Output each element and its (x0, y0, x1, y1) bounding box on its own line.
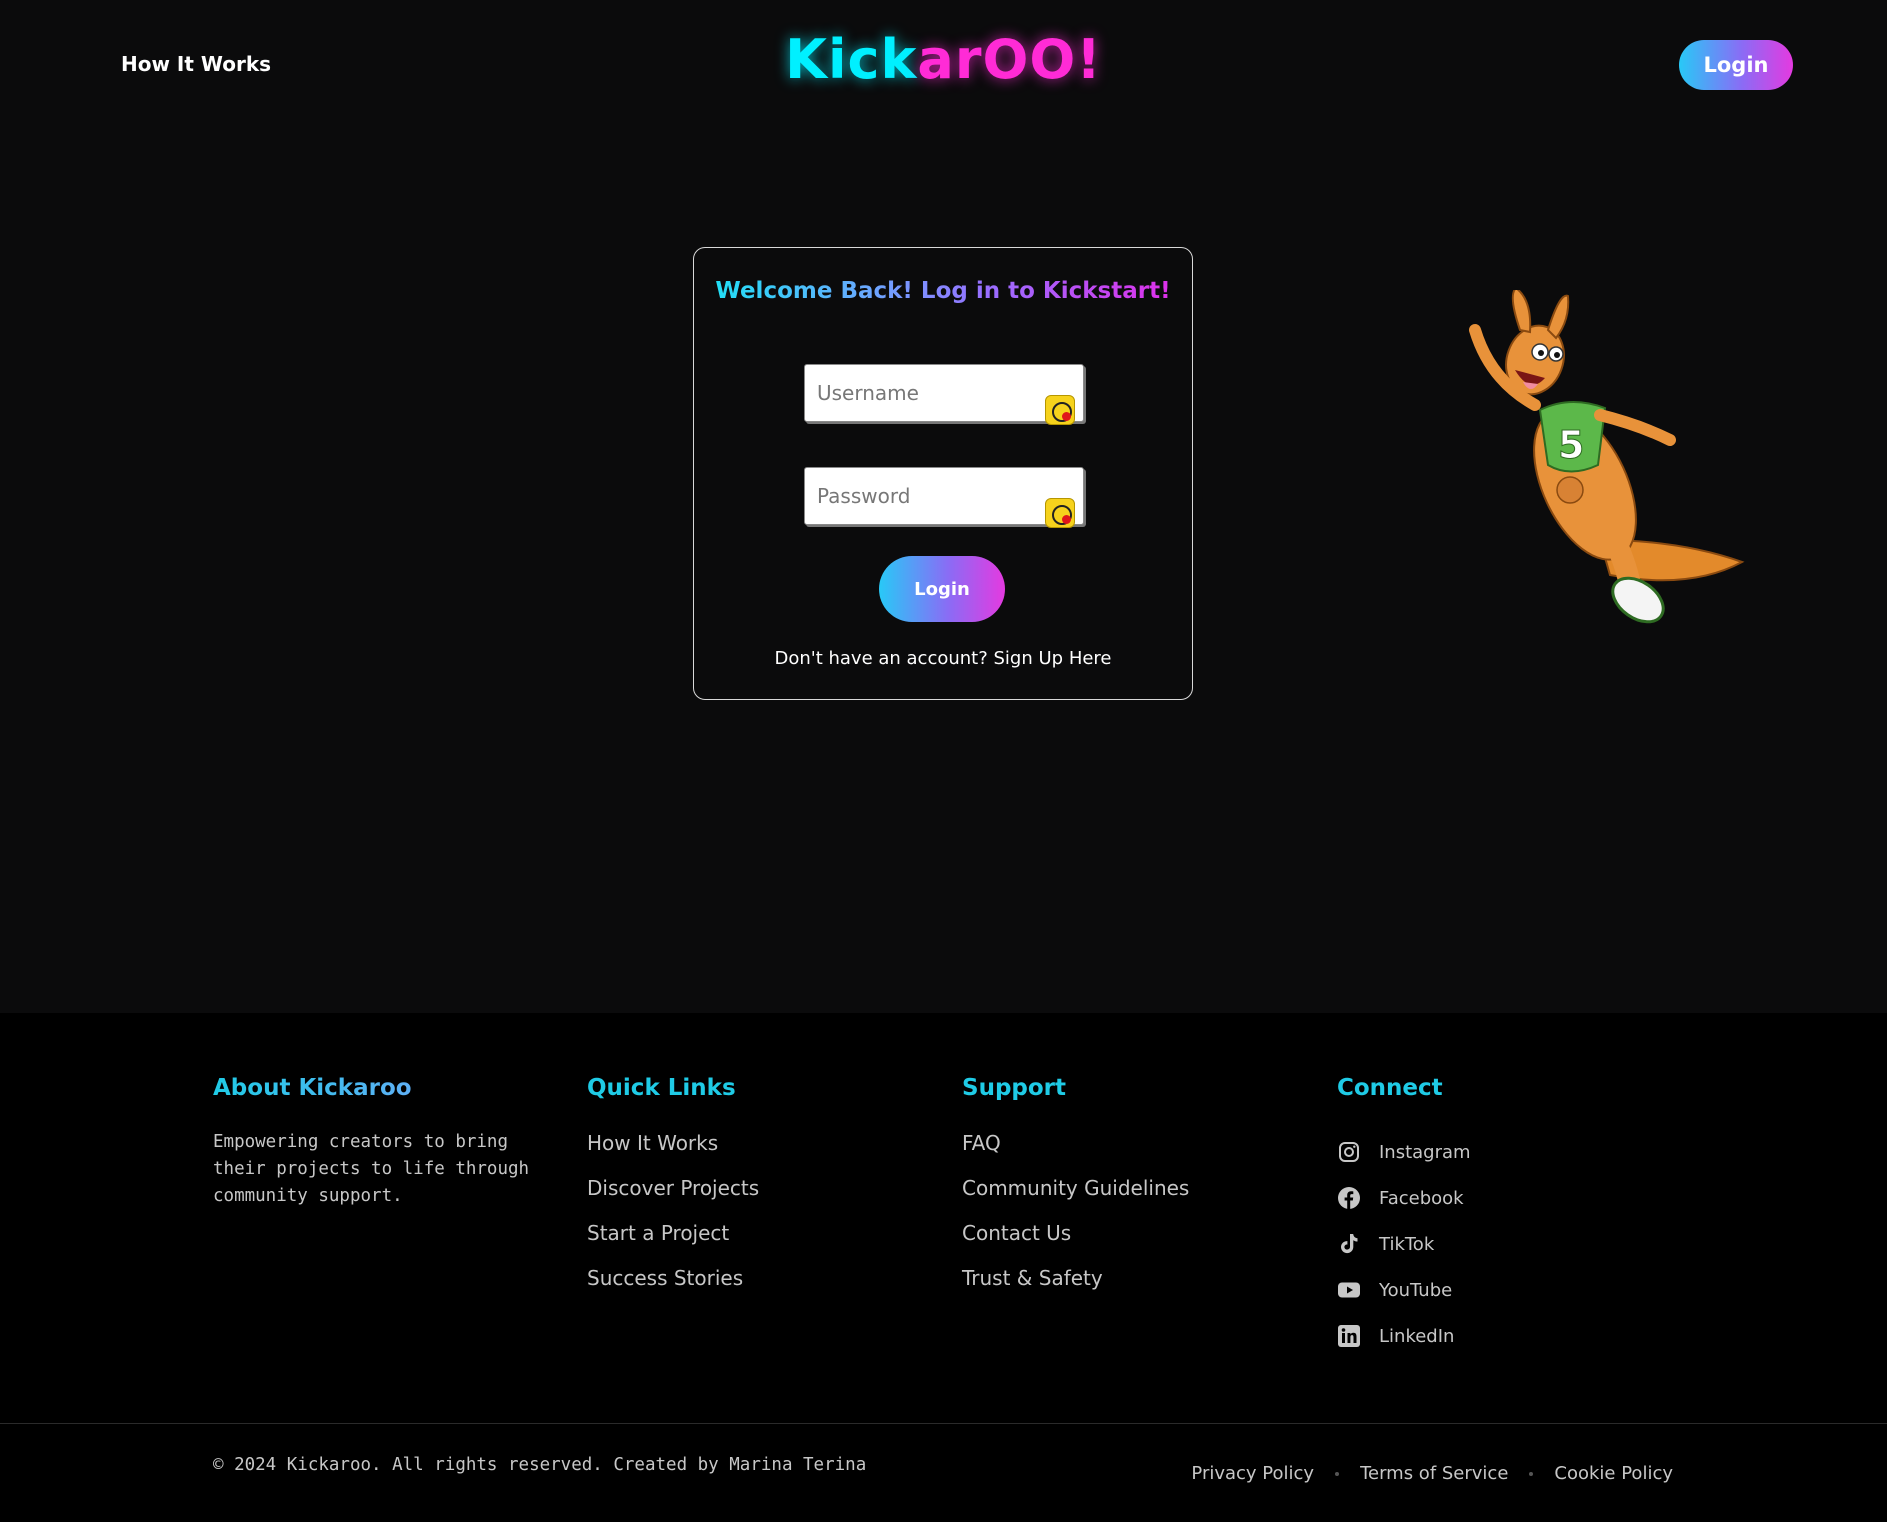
tiktok-icon (1341, 1234, 1358, 1254)
footer-connect-heading: Connect (1337, 1075, 1443, 1101)
username-field-wrapper (804, 364, 1084, 425)
footer-link-community-guidelines[interactable]: Community Guidelines (962, 1174, 1189, 1219)
site-logo[interactable]: KickarOO! (0, 28, 1887, 91)
footer-connect: Connect Instagram Facebook TikTok YouTub… (1337, 1075, 1471, 1359)
footer-link-trust-safety[interactable]: Trust & Safety (962, 1264, 1189, 1309)
footer-about-text: Empowering creators to bring their proje… (213, 1132, 530, 1206)
kangaroo-mascot-image: 5 (1469, 290, 1745, 624)
social-label: TikTok (1379, 1233, 1435, 1255)
footer-divider (0, 1423, 1887, 1424)
footer-quick-links: Quick Links How It Works Discover Projec… (587, 1075, 759, 1309)
cookie-policy-link[interactable]: Cookie Policy (1554, 1463, 1673, 1484)
social-label: YouTube (1379, 1279, 1453, 1301)
social-link-linkedin[interactable]: LinkedIn (1337, 1313, 1471, 1359)
footer-quick-links-heading: Quick Links (587, 1075, 736, 1101)
social-link-instagram[interactable]: Instagram (1337, 1129, 1471, 1175)
login-card: Welcome Back! Log in to Kickstart! Login… (693, 247, 1193, 700)
username-input[interactable] (805, 365, 1083, 421)
password-manager-icon[interactable] (1045, 498, 1075, 528)
separator-dot (1529, 1471, 1534, 1476)
header-login-button[interactable]: Login (1679, 40, 1793, 90)
footer-link-contact-us[interactable]: Contact Us (962, 1219, 1189, 1264)
social-link-youtube[interactable]: YouTube (1337, 1267, 1471, 1313)
privacy-policy-link[interactable]: Privacy Policy (1191, 1463, 1314, 1484)
header: How It Works KickarOO! Login (0, 0, 1887, 130)
instagram-icon (1339, 1142, 1359, 1162)
linkedin-icon (1338, 1325, 1360, 1347)
terms-of-service-link[interactable]: Terms of Service (1360, 1463, 1508, 1484)
separator-dot (1335, 1471, 1340, 1476)
footer-support-heading: Support (962, 1075, 1067, 1101)
signup-link[interactable]: Don't have an account? Sign Up Here (774, 648, 1111, 669)
facebook-icon (1338, 1187, 1360, 1209)
footer-link-how-it-works[interactable]: How It Works (587, 1129, 759, 1174)
social-link-facebook[interactable]: Facebook (1337, 1175, 1471, 1221)
social-label: Facebook (1379, 1187, 1464, 1209)
footer-about: About Kickaroo Empowering creators to br… (213, 1075, 553, 1210)
login-submit-button[interactable]: Login (879, 556, 1005, 622)
youtube-icon (1338, 1282, 1360, 1298)
page: How It Works KickarOO! Login Welcome Bac… (0, 0, 1887, 1522)
copyright-text: © 2024 Kickaroo. All rights reserved. Cr… (213, 1455, 867, 1475)
logo-part-1: Kick (785, 28, 918, 91)
social-label: LinkedIn (1379, 1325, 1455, 1347)
password-input[interactable] (805, 468, 1083, 524)
social-label: Instagram (1379, 1141, 1471, 1163)
signup-prompt: Don't have an account? Sign Up Here (694, 648, 1192, 669)
login-title: Welcome Back! Log in to Kickstart! (694, 278, 1192, 304)
password-field-wrapper (804, 467, 1084, 528)
footer-link-discover-projects[interactable]: Discover Projects (587, 1174, 759, 1219)
footer-about-heading: About Kickaroo (213, 1075, 553, 1101)
social-link-tiktok[interactable]: TikTok (1337, 1221, 1471, 1267)
footer-link-success-stories[interactable]: Success Stories (587, 1264, 759, 1309)
legal-links: Privacy Policy Terms of Service Cookie P… (1191, 1463, 1673, 1484)
svg-text:5: 5 (1558, 423, 1584, 467)
password-manager-icon[interactable] (1045, 395, 1075, 425)
logo-part-2: arOO! (917, 28, 1102, 91)
footer-support: Support FAQ Community Guidelines Contact… (962, 1075, 1189, 1309)
footer-link-faq[interactable]: FAQ (962, 1129, 1189, 1174)
footer: About Kickaroo Empowering creators to br… (0, 1013, 1887, 1522)
footer-link-start-project[interactable]: Start a Project (587, 1219, 759, 1264)
